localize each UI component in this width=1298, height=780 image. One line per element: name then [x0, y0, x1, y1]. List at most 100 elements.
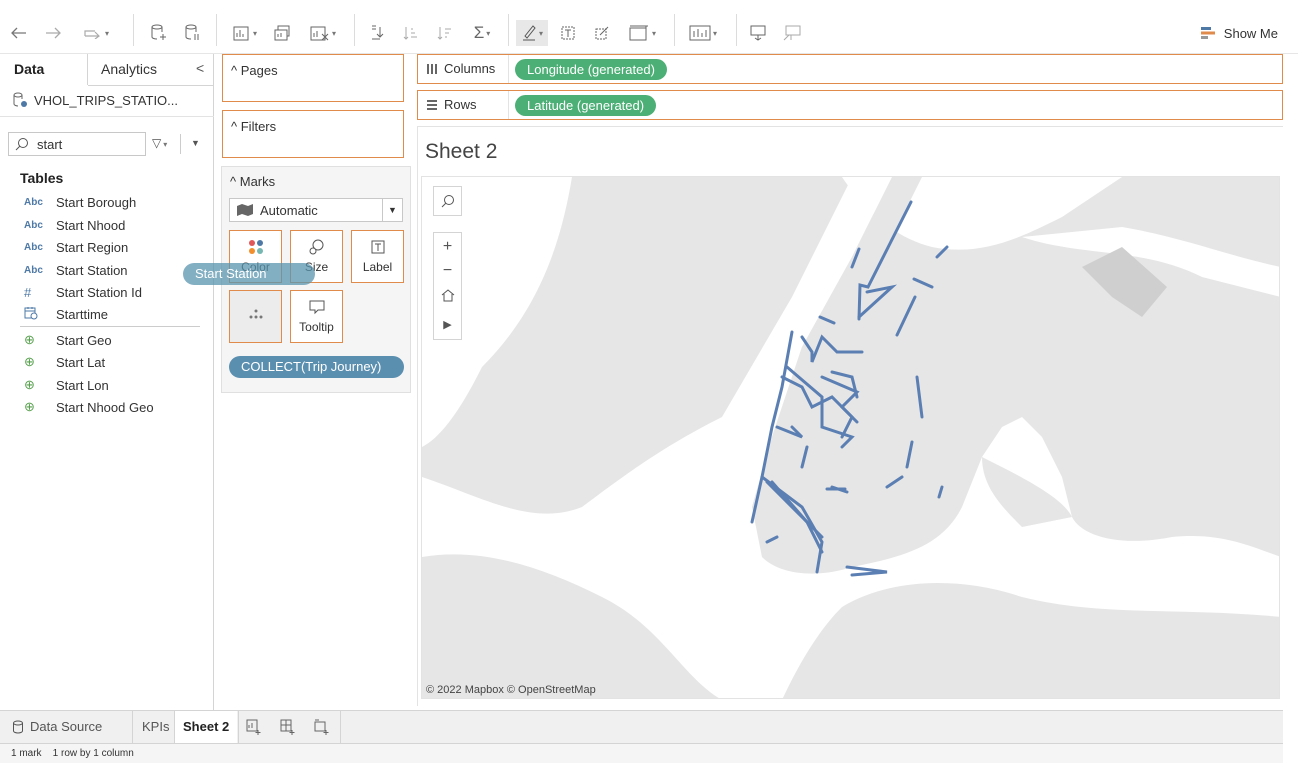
field-start-nhood[interactable]: Abc Start Nhood — [20, 214, 125, 236]
presentation-icon[interactable] — [746, 20, 770, 46]
sheet-title: Sheet 2 — [425, 140, 498, 163]
field-start-lat[interactable]: ⊕ Start Lat — [20, 351, 105, 373]
redo-icon[interactable]: ▾ — [74, 20, 118, 46]
new-dashboard-tab-icon[interactable] — [280, 711, 296, 743]
field-start-station[interactable]: Abc Start Station — [20, 259, 128, 281]
date-type-icon — [20, 306, 56, 323]
label-button[interactable]: Label — [351, 230, 404, 283]
collapse-pane-icon[interactable]: < — [196, 60, 204, 76]
map-canvas — [422, 177, 1279, 698]
globe-icon: ⊕ — [24, 399, 35, 414]
mark-type-dropdown[interactable]: Automatic ▼ — [229, 198, 403, 222]
color-icon — [248, 240, 263, 254]
label-label: Label — [362, 260, 393, 274]
rows-label: Rows — [444, 97, 477, 112]
cards-column: ^ Pages ^ Filters ^ Marks Automatic ▼ Co… — [214, 54, 416, 710]
field-label: Start Lat — [56, 354, 106, 370]
field-starttime[interactable]: Starttime — [20, 303, 108, 325]
annotate-icon[interactable] — [590, 20, 614, 46]
tableau-window: ▾ ▾ ▾ Σ▾ ▾ ▾ ▾ Show Me Data Analytics < — [0, 0, 1298, 780]
tooltip-button[interactable]: Tooltip — [290, 290, 343, 343]
share-icon[interactable] — [780, 20, 804, 46]
field-start-nhood-geo[interactable]: ⊕ Start Nhood Geo — [20, 396, 154, 418]
back-icon[interactable] — [8, 20, 30, 46]
show-me-button[interactable]: Show Me — [1200, 20, 1278, 46]
filters-card[interactable]: ^ Filters — [222, 110, 404, 158]
collect-trip-journey-pill[interactable]: COLLECT(Trip Journey) — [229, 356, 404, 378]
zoom-out-icon[interactable]: − — [434, 257, 461, 284]
search-icon — [441, 195, 454, 208]
field-label: Start Borough — [56, 194, 137, 210]
marks-label: Marks — [239, 174, 276, 189]
new-story-tab-icon[interactable] — [314, 711, 330, 743]
size-icon — [309, 239, 323, 255]
longitude-pill[interactable]: Longitude (generated) — [515, 59, 667, 80]
tab-data[interactable]: Data — [14, 54, 44, 85]
chart-icon[interactable]: ▾ — [684, 20, 722, 46]
map-mark-icon — [237, 204, 253, 216]
tab-analytics[interactable]: Analytics — [101, 54, 157, 85]
pages-card[interactable]: ^ Pages — [222, 54, 404, 102]
pages-title: ^ Pages — [231, 63, 278, 78]
search-icon — [15, 138, 28, 151]
new-data-source-icon[interactable] — [146, 20, 170, 46]
map-view[interactable] — [421, 176, 1280, 699]
field-start-geo[interactable]: ⊕ Start Geo — [20, 329, 112, 351]
sort-descending-icon[interactable] — [434, 20, 456, 46]
label-icon — [371, 240, 384, 254]
globe-icon: ⊕ — [24, 332, 35, 347]
zoom-in-icon[interactable]: + — [434, 233, 461, 260]
swap-icon[interactable] — [366, 20, 390, 46]
labels-icon[interactable] — [556, 20, 580, 46]
clear-sheet-icon[interactable]: ▾ — [306, 20, 340, 46]
forward-icon[interactable] — [42, 20, 64, 46]
field-label: Start Nhood — [56, 217, 126, 233]
latitude-pill[interactable]: Latitude (generated) — [515, 95, 657, 116]
mark-type-value: Automatic — [260, 202, 318, 218]
field-label: Starttime — [56, 306, 109, 322]
sort-ascending-icon[interactable] — [400, 20, 422, 46]
detail-icon — [249, 309, 262, 319]
filter-fields-icon[interactable]: ▽ ▾ — [152, 136, 167, 150]
data-source-tab[interactable]: Data Source — [12, 711, 102, 743]
tables-heading: Tables — [20, 170, 64, 186]
data-source-name: VHOL_TRIPS_STATIO... — [34, 92, 178, 108]
map-attribution[interactable]: © 2022 Mapbox © OpenStreetMap — [426, 684, 596, 696]
pages-label: Pages — [240, 63, 278, 78]
tab-kpis[interactable]: KPIs — [142, 711, 169, 743]
field-start-station-id[interactable]: # Start Station Id — [20, 281, 142, 303]
columns-shelf[interactable]: Columns Longitude (generated) — [417, 54, 1283, 84]
play-icon[interactable]: ▶ — [434, 311, 461, 338]
field-start-borough[interactable]: Abc Start Borough — [20, 191, 136, 213]
rows-title: Rows — [426, 97, 477, 112]
pause-updates-icon[interactable] — [180, 20, 204, 46]
data-pane: Data Analytics < VHOL_TRIPS_STATIO... st… — [0, 54, 214, 710]
detail-button[interactable] — [229, 290, 282, 343]
field-search-input[interactable]: start — [8, 132, 146, 156]
field-label: Start Region — [56, 239, 129, 255]
filters-title: ^ Filters — [231, 119, 276, 134]
fit-icon[interactable]: ▾ — [624, 20, 660, 46]
duplicate-sheet-icon[interactable] — [270, 20, 294, 46]
tab-sheet-2[interactable]: Sheet 2 — [175, 711, 238, 743]
dragged-start-station-pill[interactable]: Start Station — [183, 263, 315, 285]
rows-icon — [427, 99, 437, 110]
chevron-down-icon: ▼ — [382, 199, 402, 221]
field-label: Start Station — [56, 262, 128, 278]
map-search-button[interactable] — [433, 186, 462, 216]
field-start-lon[interactable]: ⊕ Start Lon — [20, 374, 109, 396]
data-source-item[interactable]: VHOL_TRIPS_STATIO... — [12, 92, 178, 108]
home-icon[interactable] — [434, 281, 461, 308]
new-worksheet-icon[interactable]: ▾ — [230, 20, 260, 46]
field-start-region[interactable]: Abc Start Region — [20, 236, 128, 258]
pane-menu-icon[interactable]: ▼ — [191, 138, 200, 148]
new-worksheet-tab-icon[interactable] — [246, 711, 262, 743]
search-value: start — [37, 136, 63, 152]
toolbar: ▾ ▾ ▾ Σ ▾ ▾ ▾ ▾ Show Me — [0, 0, 1298, 54]
rows-shelf[interactable]: Rows Latitude (generated) — [417, 90, 1283, 120]
string-type-icon: Abc — [24, 241, 43, 253]
totals-icon[interactable]: Σ ▾ — [468, 20, 496, 46]
string-type-icon: Abc — [24, 219, 43, 231]
highlight-icon[interactable]: ▾ — [516, 20, 548, 46]
sheet-tabs-bar: Data Source KPIs Sheet 2 — [0, 710, 1283, 743]
